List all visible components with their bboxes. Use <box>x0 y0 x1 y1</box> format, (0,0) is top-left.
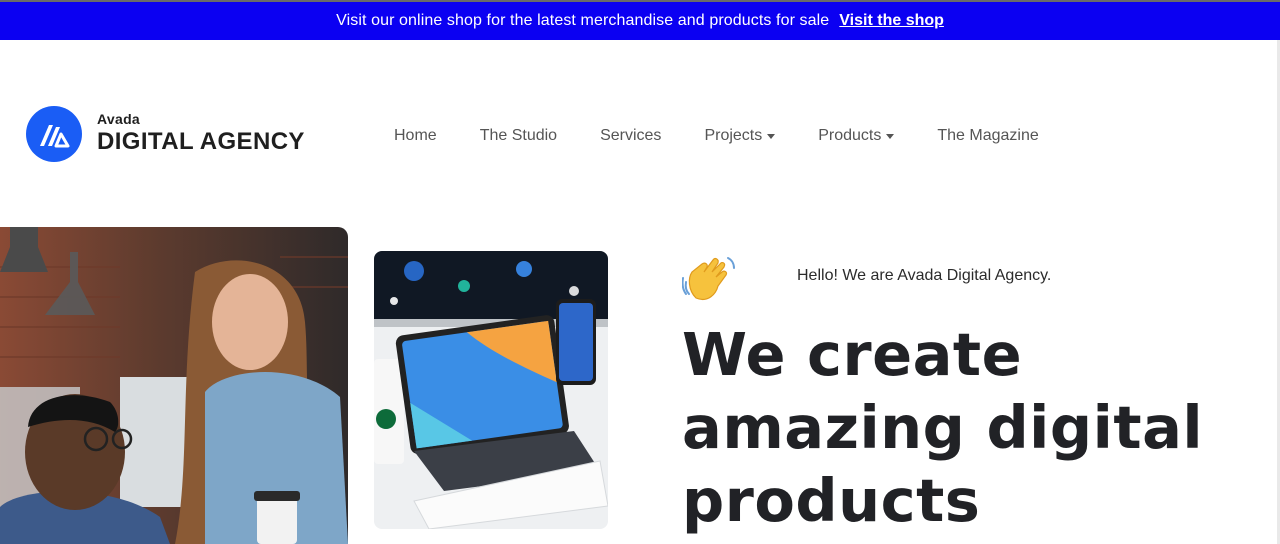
nav-item-projects[interactable]: Projects <box>704 127 776 145</box>
nav-item-the-magazine[interactable]: The Magazine <box>937 127 1038 145</box>
team-office-photo <box>0 227 348 544</box>
logo-mark-icon <box>26 106 82 162</box>
nav-item-services[interactable]: Services <box>600 127 661 145</box>
devices-workspace-photo <box>374 251 608 529</box>
hero-headline: We create amazing digital products <box>682 320 1204 535</box>
main-nav: Home The Studio Services Projects Produc… <box>394 124 1082 148</box>
logo-small-text: Avada <box>97 111 141 127</box>
nav-item-the-studio[interactable]: The Studio <box>480 127 557 145</box>
site-logo[interactable]: Avada DIGITAL AGENCY <box>26 106 305 162</box>
visit-shop-link[interactable]: Visit the shop <box>839 12 944 30</box>
waving-hand-icon <box>681 254 736 304</box>
caret-down-icon <box>886 133 895 139</box>
nav-item-products[interactable]: Products <box>818 127 895 145</box>
hero-greeting: Hello! We are Avada Digital Agency. <box>797 267 1052 284</box>
announcement-bar: Visit our online shop for the latest mer… <box>0 0 1280 40</box>
caret-down-icon <box>767 133 776 139</box>
logo-title: DIGITAL AGENCY <box>97 128 305 155</box>
nav-item-home[interactable]: Home <box>394 127 437 145</box>
announcement-text: Visit our online shop for the latest mer… <box>336 12 830 29</box>
